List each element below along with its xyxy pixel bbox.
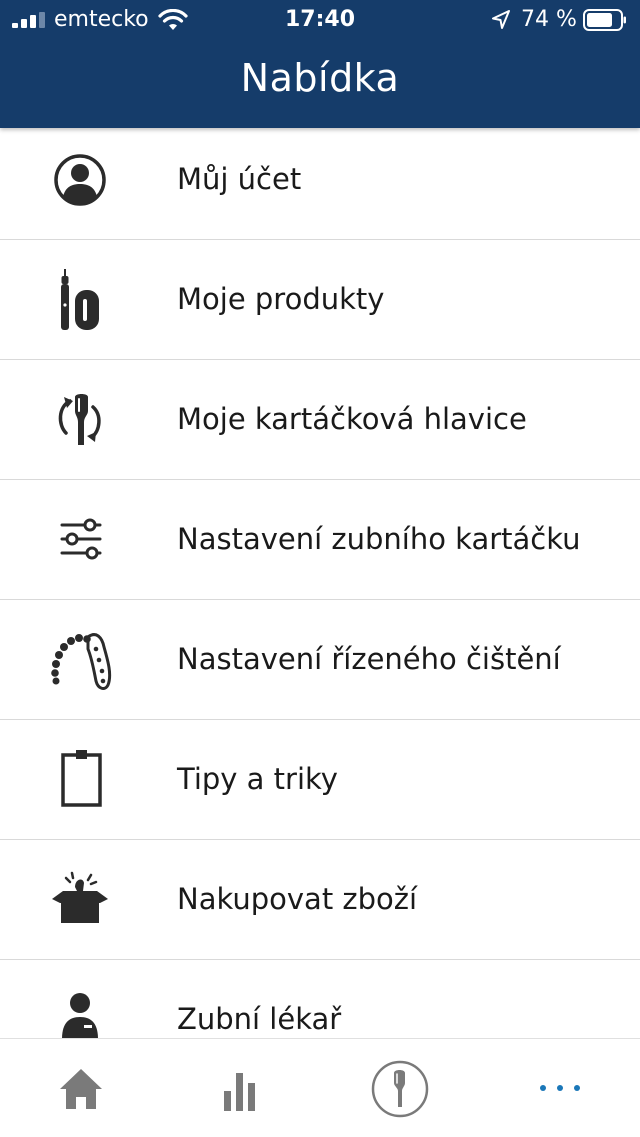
page-title: Nabídka xyxy=(240,56,400,100)
menu-item-label: Tipy a triky xyxy=(177,762,338,796)
home-icon xyxy=(60,1069,102,1109)
menu-item-dentist[interactable]: Zubní lékař xyxy=(0,960,640,1038)
menu-item-label: Nastavení řízeného čištění xyxy=(177,642,561,676)
menu-list: Můj účet Moje produkty Moje kartáčková h… xyxy=(0,120,640,1038)
clipboard-icon xyxy=(61,750,102,807)
menu-item-brush-head[interactable]: Moje kartáčková hlavice xyxy=(0,360,640,480)
shop-box-icon xyxy=(52,871,108,923)
more-dots-icon xyxy=(540,1085,580,1091)
sliders-icon xyxy=(60,518,102,560)
app-header: emtecko 17:40 74 % Nabídka xyxy=(0,0,640,128)
menu-item-shop[interactable]: Nakupovat zboží xyxy=(0,840,640,960)
bar-chart-icon xyxy=(224,1073,255,1111)
menu-item-guided-cleaning[interactable]: Nastavení řízeného čištění xyxy=(0,600,640,720)
menu-item-label: Nakupovat zboží xyxy=(177,882,418,916)
menu-item-toothbrush-settings[interactable]: Nastavení zubního kartáčku xyxy=(0,480,640,600)
tab-statistics[interactable] xyxy=(160,1039,320,1137)
battery-icon xyxy=(583,9,626,31)
battery-percent: 74 % xyxy=(521,7,577,32)
tab-bar xyxy=(0,1038,640,1137)
brush-head-replace-icon xyxy=(58,394,101,445)
tab-more[interactable] xyxy=(480,1039,640,1137)
menu-item-label: Zubní lékař xyxy=(177,1002,342,1036)
toothbrush-icon xyxy=(61,269,99,330)
menu-item-label: Můj účet xyxy=(177,162,302,196)
tab-home[interactable] xyxy=(0,1039,160,1137)
brush-circle-icon xyxy=(371,1060,429,1118)
status-bar: emtecko 17:40 74 % xyxy=(0,0,640,40)
menu-item-my-products[interactable]: Moje produkty xyxy=(0,240,640,360)
menu-item-label: Moje produkty xyxy=(177,282,385,316)
location-arrow-icon xyxy=(492,10,510,29)
tab-brush[interactable] xyxy=(320,1039,480,1137)
menu-item-tips-tricks[interactable]: Tipy a triky xyxy=(0,720,640,840)
account-icon xyxy=(54,154,106,206)
menu-item-label: Moje kartáčková hlavice xyxy=(177,402,527,436)
menu-item-label: Nastavení zubního kartáčku xyxy=(177,522,581,556)
dentist-icon xyxy=(62,993,98,1038)
teeth-arch-icon xyxy=(51,633,112,690)
menu-item-my-account[interactable]: Můj účet xyxy=(0,120,640,240)
